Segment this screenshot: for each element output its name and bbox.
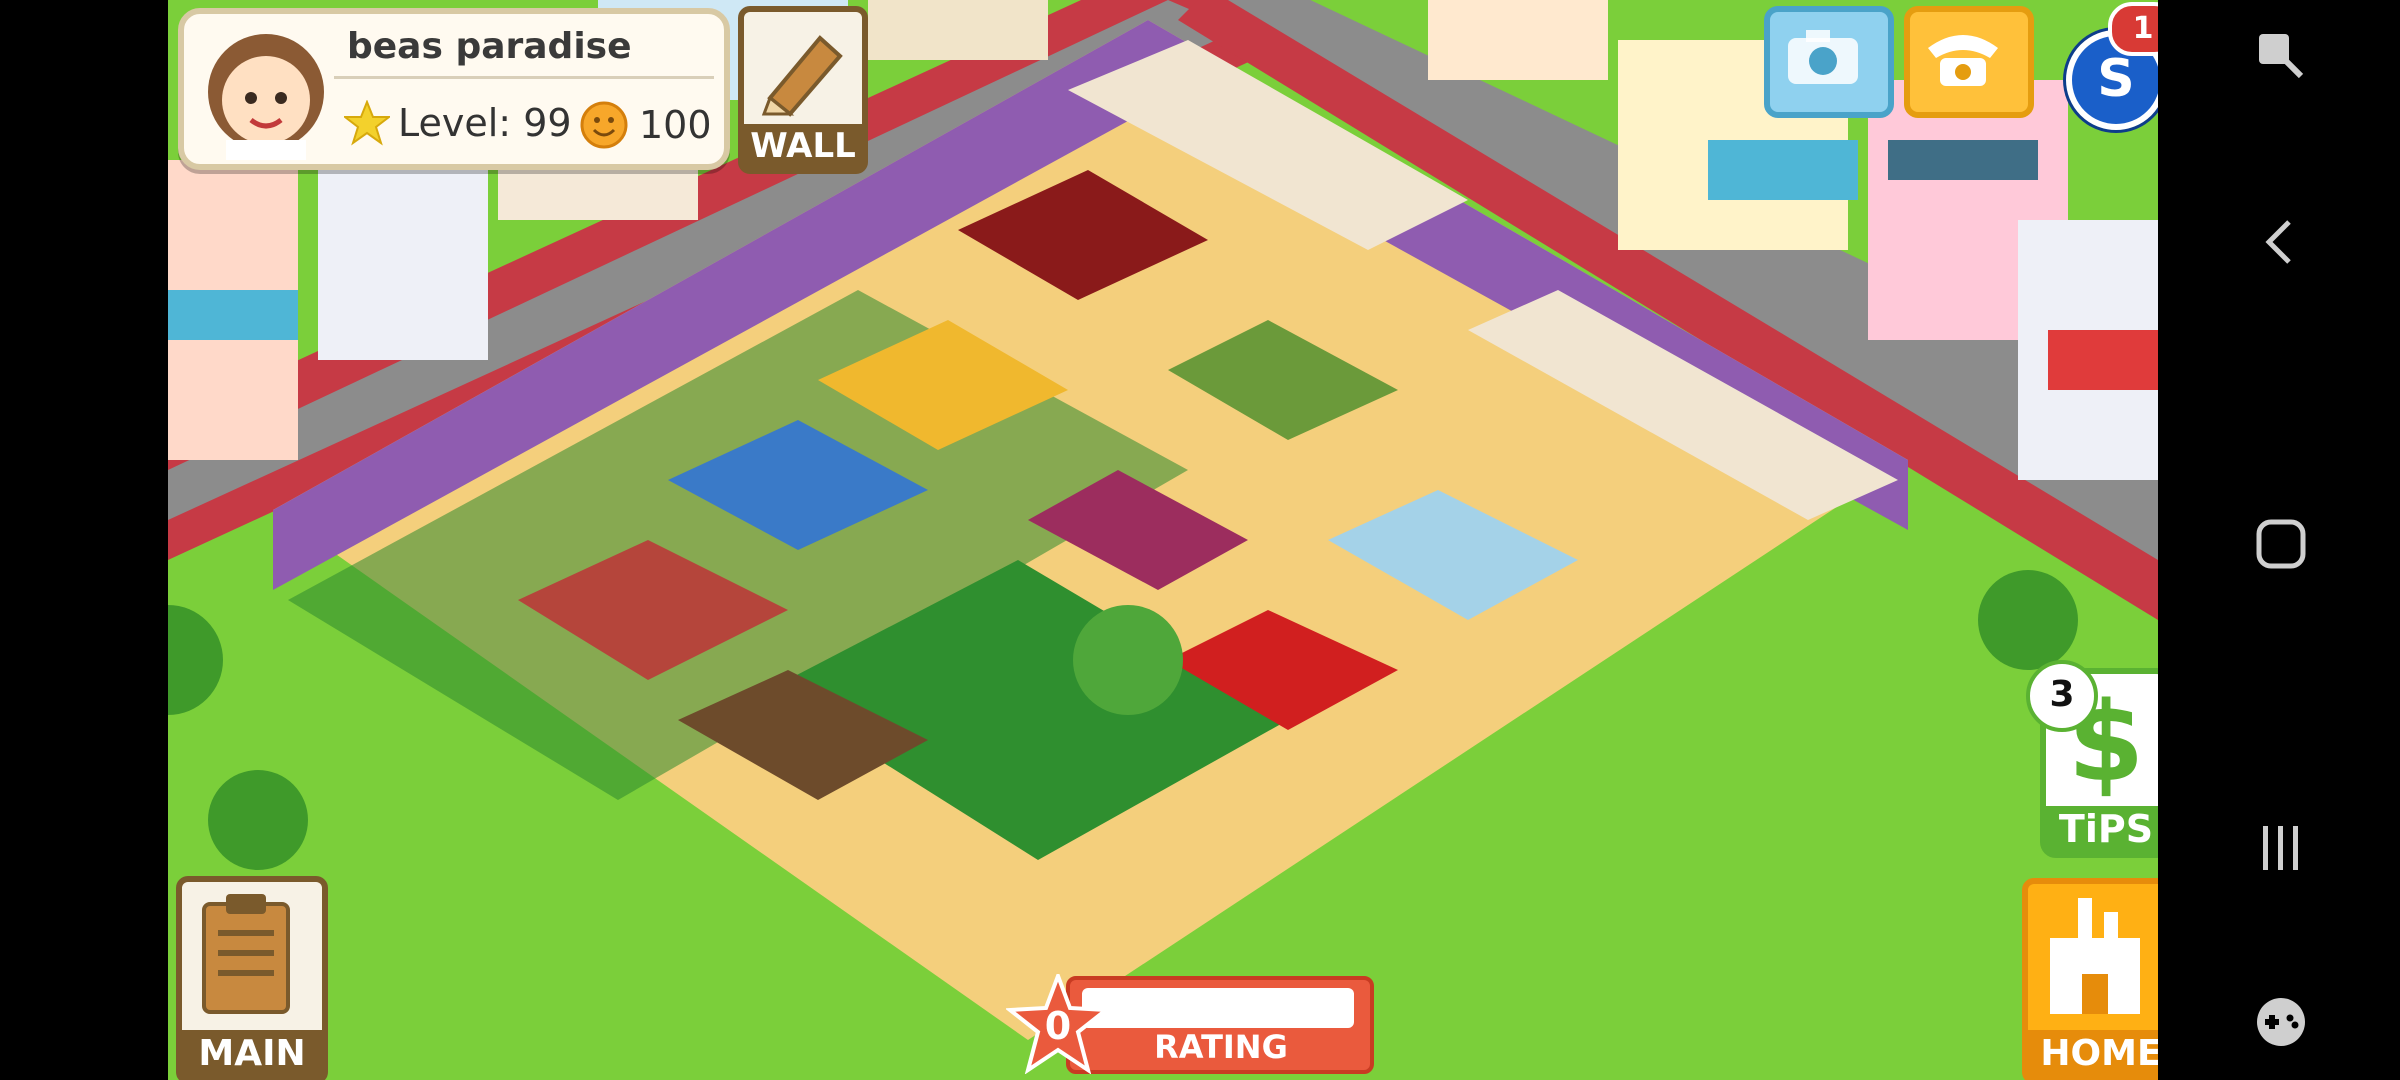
system-nav-bar — [2158, 0, 2400, 1080]
home-icon[interactable] — [2253, 516, 2309, 572]
tips-label: TiPS — [2046, 806, 2158, 852]
screenshot-edit-icon[interactable] — [2253, 28, 2309, 84]
cash-icon: S — [2097, 49, 2135, 109]
phone-icon — [1928, 35, 1998, 86]
player-profile-panel[interactable]: beas paradise Level: 99 100 — [178, 8, 730, 170]
profile-divider — [334, 76, 714, 79]
tree-center — [1073, 605, 1183, 715]
clipboard-icon — [202, 894, 290, 1014]
star-rating-widget[interactable]: YOUR STAR RATING 0 — [1006, 974, 1374, 1074]
pencil-icon — [761, 35, 843, 117]
star-icon — [344, 100, 390, 146]
camera-icon — [1788, 30, 1858, 84]
coin-count: 100 — [639, 103, 712, 147]
back-icon[interactable] — [2253, 214, 2309, 270]
tips-count: 3 — [2026, 660, 2098, 732]
wall-button[interactable]: WALL — [738, 6, 868, 174]
player-name: beas paradise — [347, 26, 632, 67]
star-rating-label: YOUR STAR RATING — [1119, 990, 1323, 1066]
level-display: Level: 99 — [344, 100, 572, 146]
recents-icon[interactable] — [2253, 820, 2309, 876]
smiley-coin-icon — [580, 101, 628, 149]
tree-left — [168, 605, 223, 715]
home-button[interactable]: HOME — [2022, 878, 2158, 1080]
star-rating-value: 0 — [1044, 1004, 1072, 1048]
notification-badge: 1 — [2108, 2, 2158, 56]
level-text: Level: 99 — [398, 101, 572, 145]
phone-button[interactable] — [1904, 6, 2034, 118]
house-icon — [2050, 898, 2140, 1014]
tree-right — [1978, 570, 2078, 670]
game-tools-icon[interactable] — [2253, 994, 2309, 1050]
main-button[interactable]: MAIN — [176, 876, 328, 1080]
chef-avatar-icon — [208, 34, 324, 160]
home-button-label: HOME — [2028, 1030, 2158, 1078]
wall-button-label: WALL — [744, 124, 862, 168]
game-viewport[interactable]: beas paradise Level: 99 100 WALL S 1 $ T… — [168, 0, 2158, 1080]
main-button-label: MAIN — [182, 1030, 322, 1078]
camera-button[interactable] — [1764, 6, 1894, 118]
star-rating-bar: YOUR STAR RATING — [1066, 976, 1374, 1074]
coin-display: 100 — [579, 100, 712, 150]
tree-bottom-left — [208, 770, 308, 870]
tips-button[interactable]: $ TiPS 3 — [2026, 660, 2158, 858]
